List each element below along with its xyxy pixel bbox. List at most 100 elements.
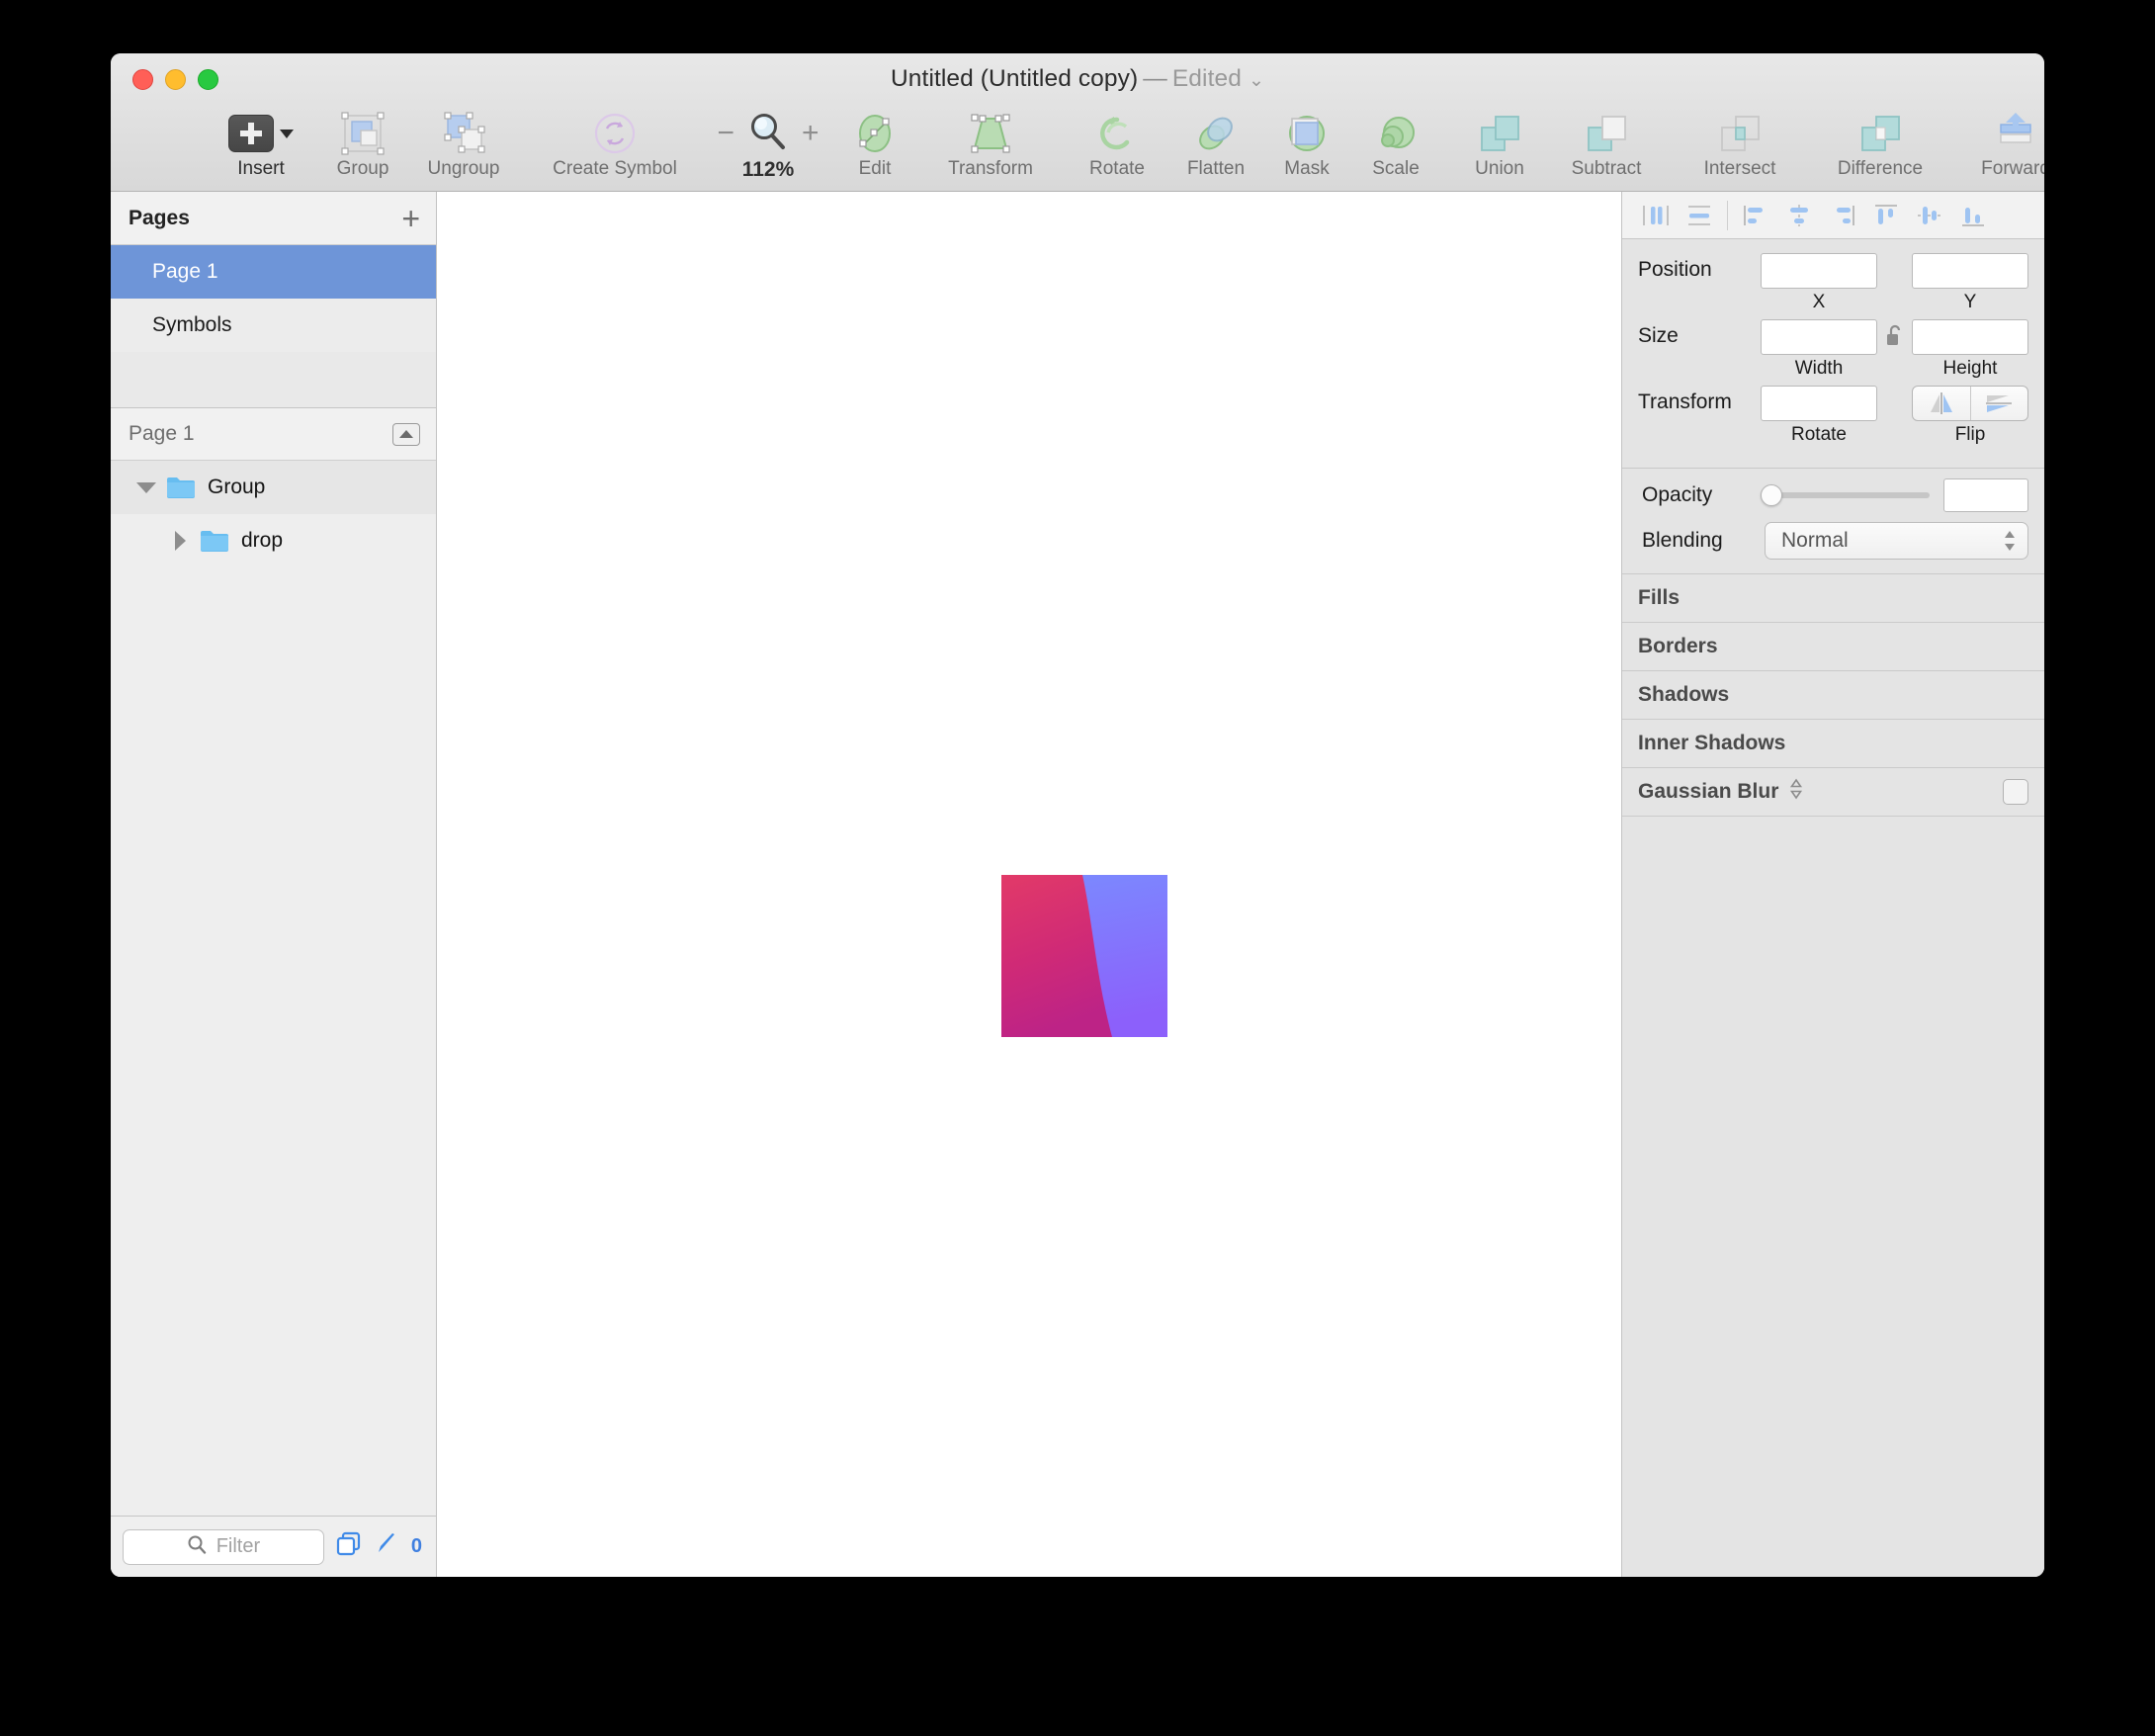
flip-horizontal-icon[interactable] [1913,387,1970,420]
toolbar-item-scale[interactable]: Scale [1346,111,1445,180]
right-inspector-panel: Position X Y Size Width Height Transform… [1621,192,2044,1577]
transform-label: Transform [1638,391,1732,413]
page-label: Symbols [152,313,232,336]
toolbar-item-rotate[interactable]: Rotate [1063,111,1171,180]
layer-label: Group [208,476,266,498]
section-shadows[interactable]: Shadows [1622,670,2044,719]
section-inner-shadows[interactable]: Inner Shadows [1622,719,2044,767]
opacity-knob[interactable] [1761,484,1782,506]
align-top-icon[interactable] [1864,199,1908,232]
document-name: Untitled (Untitled copy) [891,65,1139,92]
toolbar-divider [1727,200,1728,230]
scale-icon [1346,111,1445,156]
blending-mode-select[interactable]: Normal [1765,522,2028,560]
toolbar-label-intersect: Intersect [1703,158,1776,179]
toolbar-item-subtract[interactable]: Subtract [1537,111,1676,180]
folder-icon [166,476,196,499]
subtract-icon [1537,111,1676,156]
collapse-layers-icon[interactable] [392,422,420,446]
gaussian-blur-checkbox[interactable] [2003,779,2028,805]
toolbar-item-forward[interactable]: Forward [1951,111,2044,180]
toolbar-item-mask[interactable]: Mask [1257,111,1356,180]
duplicate-layers-icon[interactable] [336,1531,362,1562]
toolbar-label-edit: Edit [858,158,892,179]
width-caption: Width [1794,358,1844,379]
toolbar: Insert Group Ungroup Create Symbol − + 1… [111,111,2044,192]
filter-input[interactable]: Filter [123,1528,324,1565]
magnifier-icon [747,111,789,157]
unlocked-padlock-icon[interactable] [1886,324,1904,353]
opacity-slider[interactable] [1761,478,1930,512]
drop-gradient-shape[interactable] [1001,875,1167,1037]
toolbar-item-group[interactable]: Group [315,111,410,180]
blur-type-stepper-icon[interactable] [1788,777,1804,807]
opacity-value-input[interactable] [1943,478,2028,512]
toolbar-label-transform: Transform [948,158,1033,179]
height-input[interactable] [1912,319,2028,355]
align-bottom-icon[interactable] [1951,199,1995,232]
stepper-arrows-icon[interactable] [2002,528,2018,554]
size-label: Size [1638,324,1679,347]
toolbar-item-create-symbol[interactable]: Create Symbol [521,111,709,180]
layers-footer-toolbar: Filter 0 [111,1516,436,1577]
toolbar-item-intersect[interactable]: Intersect [1671,111,1809,180]
toolbar-label-mask: Mask [1284,158,1330,179]
group-icon [315,111,410,156]
transform-row: Transform Rotate Flip [1634,386,2028,446]
inspector-empty-space [1622,816,2044,1577]
zoom-in-button[interactable]: + [802,119,819,148]
toolbar-item-zoom[interactable]: − + 112% [704,111,832,182]
align-left-icon[interactable] [1734,199,1777,232]
zoom-out-button[interactable]: − [717,119,734,148]
align-center-vertical-icon[interactable] [1908,199,1951,232]
geometry-section: Position X Y Size Width Height Transform… [1622,239,2044,468]
section-borders[interactable]: Borders [1622,622,2044,670]
left-sidebar: Pages + Page 1 Symbols Page 1 Group drop… [111,192,437,1577]
move-forward-icon [1951,111,2044,156]
toolbar-item-difference[interactable]: Difference [1806,111,1954,180]
toolbar-item-transform[interactable]: Transform [911,111,1070,180]
width-input[interactable] [1761,319,1877,355]
symbol-refresh-icon [521,111,709,156]
opacity-row: Opacity [1622,469,2044,516]
filter-placeholder: Filter [216,1535,261,1557]
x-caption: X [1812,292,1826,312]
transform-icon [911,111,1070,156]
page-list-item-symbols[interactable]: Symbols [111,299,436,352]
section-fills[interactable]: Fills [1622,573,2044,622]
height-caption: Height [1942,358,1998,379]
titlebar-and-toolbar: Untitled (Untitled copy) — Edited ⌄ Insert [111,53,2044,192]
flip-caption: Flip [1954,424,1986,445]
page-list-item-page-1[interactable]: Page 1 [111,245,436,299]
add-page-icon[interactable]: + [401,203,420,234]
title-dash: — [1143,65,1167,92]
rotate-caption: Rotate [1791,424,1847,445]
distribute-vertically-icon[interactable] [1678,199,1721,232]
disclosure-triangle-closed-icon[interactable] [168,529,192,553]
toolbar-label-ungroup: Ungroup [427,158,500,179]
align-center-horizontal-icon[interactable] [1777,199,1821,232]
rotate-input[interactable] [1761,386,1877,421]
distribute-horizontally-icon[interactable] [1634,199,1678,232]
page-label: Page 1 [152,260,218,283]
position-y-input[interactable] [1912,253,2028,289]
toolbar-item-insert[interactable]: Insert [212,111,310,180]
toolbar-item-ungroup[interactable]: Ungroup [404,111,523,180]
chevron-down-icon[interactable]: ⌄ [1242,70,1264,91]
layer-row-group[interactable]: Group [111,461,436,514]
toolbar-label-create-symbol: Create Symbol [553,158,677,179]
blending-label: Blending [1642,529,1723,552]
edited-state: Edited [1171,65,1242,92]
disclosure-triangle-open-icon[interactable] [134,476,158,499]
align-right-icon[interactable] [1821,199,1864,232]
section-gaussian-blur[interactable]: Gaussian Blur [1622,767,2044,816]
slice-tool-icon[interactable] [374,1531,399,1562]
layer-row-drop[interactable]: drop [111,514,436,567]
pages-list: Page 1 Symbols [111,245,436,352]
difference-icon [1806,111,1954,156]
toolbar-label-difference: Difference [1837,158,1924,179]
position-x-input[interactable] [1761,253,1877,289]
canvas-area[interactable] [437,192,1621,1577]
flip-vertical-icon[interactable] [1971,387,2028,420]
toolbar-item-edit[interactable]: Edit [830,111,919,180]
